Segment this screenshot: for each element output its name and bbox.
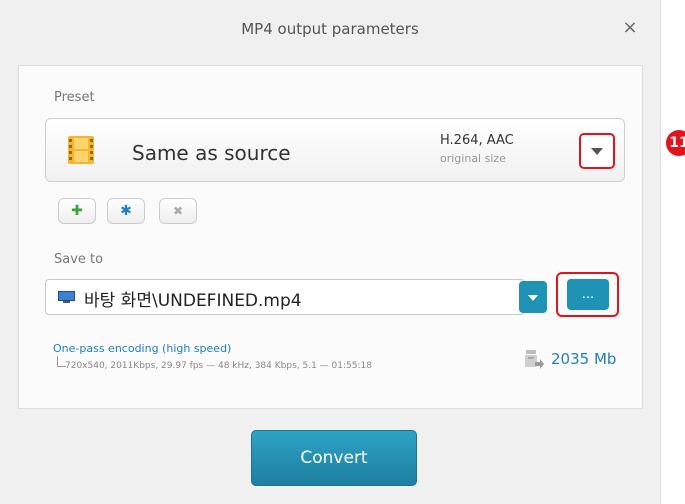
settings-panel: Preset Same as source H.264, AAC origina… <box>18 65 643 409</box>
disk-size-icon <box>525 350 544 369</box>
film-icon <box>68 136 94 164</box>
mp4-output-dialog: MP4 output parameters × Preset Same as s… <box>0 0 661 504</box>
preset-codec: H.264, AAC <box>440 133 514 148</box>
settings-icon: ✱ <box>120 203 132 219</box>
preset-label: Preset <box>54 90 95 105</box>
add-preset-button[interactable]: ✚ <box>58 198 96 224</box>
remove-preset-button[interactable]: ✖ <box>159 198 197 224</box>
dialog-title: MP4 output parameters <box>241 20 419 38</box>
annotation-badge: 11 <box>666 130 685 156</box>
output-size: 2035 Mb <box>551 350 617 368</box>
add-icon: ✚ <box>71 203 83 219</box>
remove-icon: ✖ <box>172 204 184 218</box>
encoding-mode-link[interactable]: One-pass encoding (high speed) <box>53 342 231 355</box>
preset-name: Same as source <box>132 141 291 165</box>
preset-dropdown-button[interactable] <box>579 133 615 169</box>
preset-selector[interactable]: Same as source H.264, AAC original size <box>45 118 625 182</box>
monitor-icon <box>58 291 75 303</box>
preset-size: original size <box>440 152 506 165</box>
close-icon[interactable]: × <box>620 18 640 38</box>
save-path-field[interactable]: 바탕 화면\UNDEFINED.mp4 <box>45 279 525 315</box>
browse-button[interactable]: ... <box>567 279 609 310</box>
save-path-dropdown-button[interactable] <box>519 281 547 313</box>
convert-button[interactable]: Convert <box>251 430 417 486</box>
save-path-text: 바탕 화면\UNDEFINED.mp4 <box>84 291 302 311</box>
save-to-label: Save to <box>54 252 104 267</box>
chevron-down-icon <box>591 148 603 155</box>
browse-highlight: ... <box>556 272 619 317</box>
chevron-down-icon <box>528 295 538 301</box>
encoding-details: 720x540, 2011Kbps, 29.97 fps — 48 kHz, 3… <box>65 361 372 371</box>
preset-settings-button[interactable]: ✱ <box>107 198 145 224</box>
